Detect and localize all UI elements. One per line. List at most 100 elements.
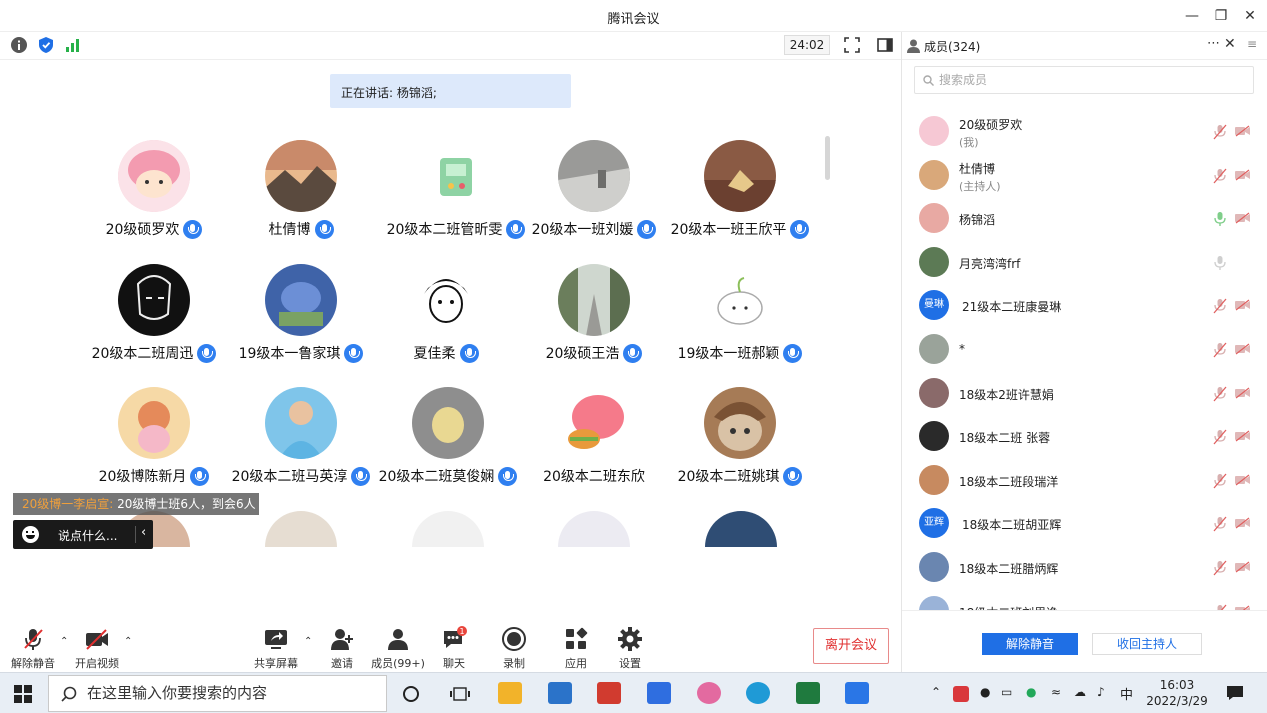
- start-video-button[interactable]: 开启视频: [67, 626, 127, 670]
- network-icon[interactable]: ☁: [1074, 685, 1086, 699]
- emoji-icon[interactable]: [22, 526, 39, 543]
- minimize-icon[interactable]: —: [1179, 4, 1205, 28]
- chat-button[interactable]: 1 聊天: [424, 626, 484, 670]
- microphone-icon: [623, 343, 643, 363]
- video-tile[interactable]: 夏佳柔: [366, 264, 526, 374]
- chevron-up-icon[interactable]: ⌃: [931, 685, 941, 699]
- restore-icon[interactable]: ❐: [1208, 4, 1234, 28]
- video-off-icon[interactable]: [1235, 212, 1251, 224]
- fullscreen-icon[interactable]: [843, 36, 861, 54]
- task-view-icon[interactable]: [450, 685, 470, 703]
- video-off-icon[interactable]: [1235, 561, 1251, 573]
- mic-muted-icon[interactable]: [1213, 298, 1227, 314]
- notification-icon[interactable]: [1226, 685, 1244, 701]
- browser-icon[interactable]: [697, 682, 721, 704]
- video-tile[interactable]: 20级硕罗欢: [74, 140, 234, 250]
- member-row[interactable]: *: [902, 327, 1267, 371]
- chat-input[interactable]: 说点什么... ‹: [13, 520, 153, 549]
- member-row[interactable]: 18级本二班段瑞洋: [902, 458, 1267, 502]
- member-row[interactable]: 20级硕罗欢 (我): [902, 109, 1267, 153]
- close-icon[interactable]: ✕: [1237, 4, 1263, 28]
- excel-icon[interactable]: [796, 682, 820, 704]
- cortana-icon[interactable]: [402, 685, 420, 703]
- edge-icon[interactable]: [746, 682, 770, 704]
- video-off-icon[interactable]: [1235, 299, 1251, 311]
- grid-scrollbar[interactable]: [825, 136, 830, 180]
- avatar: [410, 264, 482, 336]
- member-row[interactable]: 18级本二班腊炳辉: [902, 545, 1267, 589]
- chevron-up-icon[interactable]: ⌃: [124, 636, 132, 647]
- wechat-icon[interactable]: ●: [1026, 685, 1036, 699]
- members-button[interactable]: 成员(99+): [368, 626, 428, 670]
- invite-button[interactable]: 邀请: [312, 626, 372, 670]
- video-tile[interactable]: 杜倩博: [221, 140, 381, 250]
- apps-button[interactable]: 应用: [546, 626, 606, 670]
- chevron-left-icon[interactable]: ‹: [141, 525, 146, 540]
- avatar: [919, 595, 949, 610]
- mic-muted-icon[interactable]: [1213, 516, 1227, 532]
- video-tile[interactable]: 20级本二班马英淳: [221, 387, 381, 497]
- taskbar-search-input[interactable]: 在这里输入你要搜索的内容: [48, 675, 387, 712]
- avatar: [412, 511, 484, 547]
- tencent-meeting-icon[interactable]: [845, 682, 869, 704]
- zy-app-icon[interactable]: [597, 682, 621, 704]
- mic-muted-icon[interactable]: [1213, 429, 1227, 445]
- file-explorer-icon[interactable]: [498, 682, 522, 704]
- system-clock[interactable]: 16:03 2022/3/29: [1142, 677, 1212, 709]
- leave-meeting-button[interactable]: 离开会议: [813, 628, 889, 664]
- shield-icon[interactable]: [37, 36, 55, 54]
- record-button[interactable]: 录制: [484, 626, 544, 670]
- member-row[interactable]: 18级本二班 张蓉: [902, 414, 1267, 458]
- mic-muted-icon[interactable]: [1213, 473, 1227, 489]
- revoke-host-button[interactable]: 收回主持人: [1092, 633, 1202, 655]
- microphone-icon[interactable]: [1213, 255, 1227, 271]
- mic-muted-icon[interactable]: [1213, 124, 1227, 140]
- wifi-icon[interactable]: ≈: [1051, 685, 1061, 699]
- video-tile[interactable]: 20级博陈新月: [74, 387, 234, 497]
- mail-icon[interactable]: [548, 682, 572, 704]
- member-row[interactable]: 杜倩博 (主持人): [902, 153, 1267, 197]
- layout-icon[interactable]: [876, 36, 894, 54]
- mic-muted-icon[interactable]: [1213, 168, 1227, 184]
- apps-icon: [566, 627, 588, 649]
- volume-icon[interactable]: ♪: [1097, 685, 1105, 699]
- video-off-icon[interactable]: [1235, 430, 1251, 442]
- member-name: 杨锦滔: [959, 213, 996, 228]
- mic-muted-icon[interactable]: [1213, 386, 1227, 402]
- info-icon[interactable]: [10, 36, 28, 54]
- unmute-button[interactable]: 解除静音: [3, 626, 63, 670]
- video-tile[interactable]: 20级本二班姚琪: [660, 387, 820, 497]
- video-off-icon[interactable]: [1235, 343, 1251, 355]
- participant-name: 20级硕王浩: [545, 346, 620, 362]
- microphone-icon: [459, 343, 479, 363]
- mic-muted-icon[interactable]: [1213, 560, 1227, 576]
- microphone-icon[interactable]: ●: [980, 685, 990, 699]
- tray-app-icon[interactable]: [953, 686, 969, 702]
- settings-button[interactable]: 设置: [600, 626, 660, 670]
- video-off-icon[interactable]: [1235, 387, 1251, 399]
- member-row[interactable]: 亚辉 18级本二班胡亚辉: [902, 501, 1267, 545]
- video-off-icon[interactable]: [1235, 474, 1251, 486]
- signal-icon[interactable]: [64, 36, 82, 54]
- windows-start-icon[interactable]: [14, 685, 32, 703]
- mic-muted-icon[interactable]: [1213, 342, 1227, 358]
- share-screen-button[interactable]: 共享屏幕: [246, 626, 306, 670]
- participant-name: 20级本二班东欣: [543, 469, 645, 485]
- member-row[interactable]: 18级本二班刘思逸: [902, 589, 1267, 610]
- member-row[interactable]: 18级本2班许慧娟: [902, 371, 1267, 415]
- battery-icon[interactable]: ▭: [1001, 685, 1012, 699]
- unmute-all-button[interactable]: 解除静音: [982, 633, 1078, 655]
- video-off-icon[interactable]: [1235, 517, 1251, 529]
- title-bar: 腾讯会议 — ❐ ✕: [0, 0, 1267, 32]
- video-tile[interactable]: 20级本一班王欣平: [660, 140, 820, 250]
- member-row[interactable]: 曼琳 21级本二班康曼琳: [902, 283, 1267, 327]
- video-off-icon[interactable]: [1235, 125, 1251, 137]
- mic-active-icon[interactable]: [1213, 211, 1227, 227]
- member-row[interactable]: 杨锦滔: [902, 196, 1267, 240]
- app-icon[interactable]: [647, 682, 671, 704]
- video-tile[interactable]: 19级本一班郝颖: [660, 264, 820, 374]
- member-row[interactable]: 月亮湾湾frf: [902, 240, 1267, 284]
- video-tile[interactable]: 20级本二班周迅: [74, 264, 234, 374]
- ime-indicator[interactable]: 中: [1120, 684, 1133, 703]
- video-off-icon[interactable]: [1235, 169, 1251, 181]
